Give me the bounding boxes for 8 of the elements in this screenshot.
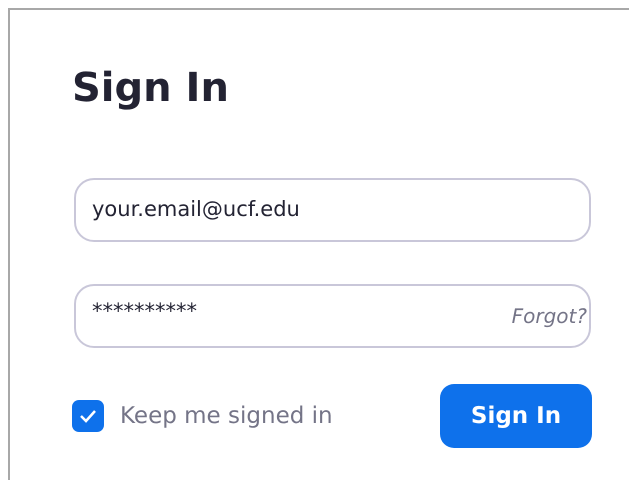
forgot-link[interactable]: Forgot? [512, 301, 587, 331]
dialog-title: Sign In [72, 64, 229, 113]
email-field[interactable]: your.email@ucf.edu [74, 178, 591, 242]
checkbox-label: Keep me signed in [120, 402, 333, 431]
password-field[interactable]: ********** Forgot? [74, 284, 591, 348]
check-icon [79, 409, 97, 423]
checkbox[interactable] [72, 400, 104, 432]
sign-in-button[interactable]: Sign In [440, 384, 592, 448]
